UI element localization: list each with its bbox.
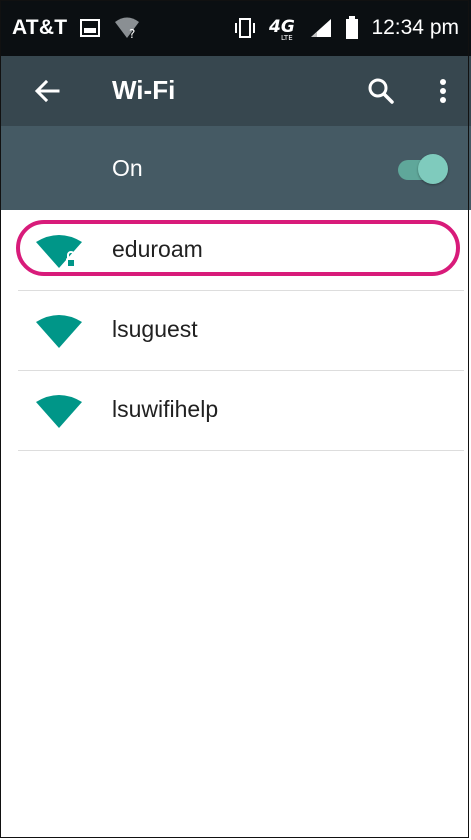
divider: [18, 450, 464, 451]
back-arrow-icon[interactable]: [30, 74, 64, 108]
network-name: lsuguest: [112, 316, 198, 342]
svg-text:LTE: LTE: [281, 34, 293, 41]
signal-icon: [311, 19, 332, 37]
wifi-lock-icon: [36, 235, 82, 268]
status-right: 4G LTE 12:34 pm: [233, 14, 459, 42]
switch-thumb: [418, 154, 448, 184]
wifi-switch[interactable]: [394, 150, 452, 186]
more-vert-icon[interactable]: [426, 74, 460, 108]
vibrate-icon: [235, 18, 256, 38]
svg-text:?: ?: [129, 27, 135, 40]
carrier-label: AT&T: [12, 16, 68, 39]
status-bar: AT&T ? 4G LTE 12:34 pm: [0, 0, 471, 56]
image-icon: [80, 19, 101, 37]
network-name: lsuwifihelp: [112, 396, 219, 422]
network-item-lsuwifihelp[interactable]: lsuwifihelp: [0, 370, 471, 450]
page-title: Wi-Fi: [112, 75, 176, 105]
battery-icon: [346, 16, 359, 39]
app-bar: Wi-Fi: [0, 56, 471, 126]
network-item-lsuguest[interactable]: lsuguest: [0, 290, 471, 370]
network-name: eduroam: [112, 236, 203, 262]
wifi-icon: [36, 315, 82, 348]
status-left: AT&T ?: [12, 14, 141, 42]
wifi-toggle-label: On: [112, 155, 143, 181]
clock: 12:34 pm: [371, 16, 459, 39]
wifi-icon: [36, 395, 82, 428]
wifi-unknown-icon: ?: [115, 17, 140, 40]
wifi-toggle-bar[interactable]: On: [0, 126, 471, 210]
4g-lte-icon: 4G LTE: [269, 17, 295, 41]
search-icon[interactable]: [364, 74, 398, 108]
highlight-outline: [16, 220, 460, 276]
network-item-eduroam[interactable]: eduroam: [0, 210, 471, 290]
